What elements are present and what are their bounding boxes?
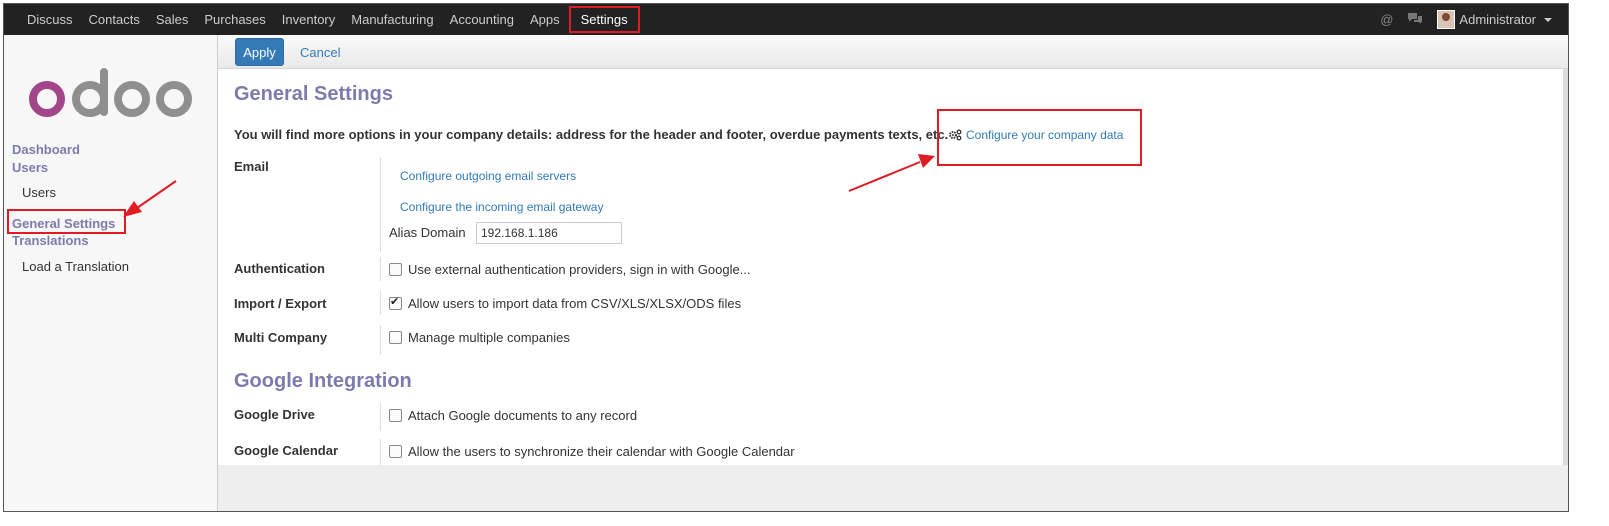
cancel-button[interactable]: Cancel xyxy=(300,45,340,60)
multi-company-option[interactable]: Manage multiple companies xyxy=(389,330,570,345)
incoming-email-link[interactable]: Configure the incoming email gateway xyxy=(400,200,603,214)
multi-company-checkbox[interactable] xyxy=(389,331,402,344)
auth-option-label: Use external authentication providers, s… xyxy=(408,262,751,277)
sidebar-item-dashboard[interactable]: Dashboard xyxy=(12,142,80,157)
google-section-title: Google Integration xyxy=(234,370,412,392)
menu-accounting[interactable]: Accounting xyxy=(441,4,521,35)
google-drive-option-label: Attach Google documents to any record xyxy=(408,408,638,423)
avatar xyxy=(1437,10,1456,29)
highlight-box xyxy=(7,209,126,234)
divider xyxy=(380,291,381,315)
alias-domain-label: Alias Domain xyxy=(389,225,466,240)
app-window: Discuss Contacts Sales Purchases Invento… xyxy=(3,3,1569,512)
chevron-down-icon xyxy=(1544,17,1552,22)
menu-manufacturing[interactable]: Manufacturing xyxy=(342,4,440,35)
menu-purchases[interactable]: Purchases xyxy=(195,4,272,35)
menu-inventory[interactable]: Inventory xyxy=(273,4,342,35)
top-navbar: Discuss Contacts Sales Purchases Invento… xyxy=(4,4,1568,35)
main-content: Apply Cancel General Settings You will f… xyxy=(218,35,1568,511)
menu-discuss[interactable]: Discuss xyxy=(18,4,80,35)
multi-company-option-label: Manage multiple companies xyxy=(408,330,570,345)
google-calendar-checkbox[interactable] xyxy=(389,445,402,458)
import-export-label: Import / Export xyxy=(234,296,327,311)
divider xyxy=(380,325,381,355)
main-menu: Discuss Contacts Sales Purchases Invento… xyxy=(18,4,640,35)
google-drive-checkbox[interactable] xyxy=(389,409,402,422)
control-panel: Apply Cancel xyxy=(218,35,1568,69)
google-drive-option[interactable]: Attach Google documents to any record xyxy=(389,408,637,423)
import-checkbox[interactable] xyxy=(389,295,402,310)
sidebar-section-users[interactable]: Users xyxy=(12,160,48,175)
systray: @ Administrator xyxy=(1380,4,1552,35)
google-calendar-option-label: Allow the users to synchronize their cal… xyxy=(408,444,795,459)
google-calendar-label: Google Calendar xyxy=(234,443,339,458)
at-icon[interactable]: @ xyxy=(1380,12,1393,27)
import-option[interactable]: Allow users to import data from CSV/XLS/… xyxy=(389,295,742,311)
email-label: Email xyxy=(234,159,269,174)
menu-apps[interactable]: Apps xyxy=(521,4,567,35)
sidebar-item-load-translation[interactable]: Load a Translation xyxy=(22,259,129,274)
outgoing-email-link[interactable]: Configure outgoing email servers xyxy=(400,169,576,183)
odoo-logo[interactable] xyxy=(28,68,198,118)
company-note: You will find more options in your compa… xyxy=(234,127,949,142)
menu-sales[interactable]: Sales xyxy=(147,4,196,35)
page-title: General Settings xyxy=(234,83,393,105)
sidebar-section-translations[interactable]: Translations xyxy=(12,233,89,248)
divider xyxy=(380,257,381,281)
alias-domain-input[interactable] xyxy=(476,222,622,244)
sidebar-item-users[interactable]: Users xyxy=(22,185,56,200)
authentication-label: Authentication xyxy=(234,261,325,276)
scrollbar[interactable] xyxy=(1563,69,1568,465)
auth-checkbox[interactable] xyxy=(389,263,402,276)
apply-button[interactable]: Apply xyxy=(235,38,284,66)
user-menu[interactable]: Administrator xyxy=(1437,10,1552,29)
user-name: Administrator xyxy=(1459,12,1536,27)
import-option-label: Allow users to import data from CSV/XLS/… xyxy=(408,296,742,311)
divider xyxy=(380,403,381,431)
settings-form: General Settings You will find more opti… xyxy=(218,69,1563,465)
multi-company-label: Multi Company xyxy=(234,330,328,345)
menu-contacts[interactable]: Contacts xyxy=(80,4,147,35)
menu-settings[interactable]: Settings xyxy=(568,6,640,33)
chat-icon[interactable] xyxy=(1407,12,1423,28)
divider xyxy=(380,157,381,252)
google-calendar-option[interactable]: Allow the users to synchronize their cal… xyxy=(389,444,795,459)
google-drive-label: Google Drive xyxy=(234,407,315,422)
sidebar: Dashboard Users Users General Settings T… xyxy=(4,35,218,511)
divider xyxy=(380,439,381,465)
auth-option[interactable]: Use external authentication providers, s… xyxy=(389,262,751,277)
highlight-box xyxy=(937,109,1142,166)
